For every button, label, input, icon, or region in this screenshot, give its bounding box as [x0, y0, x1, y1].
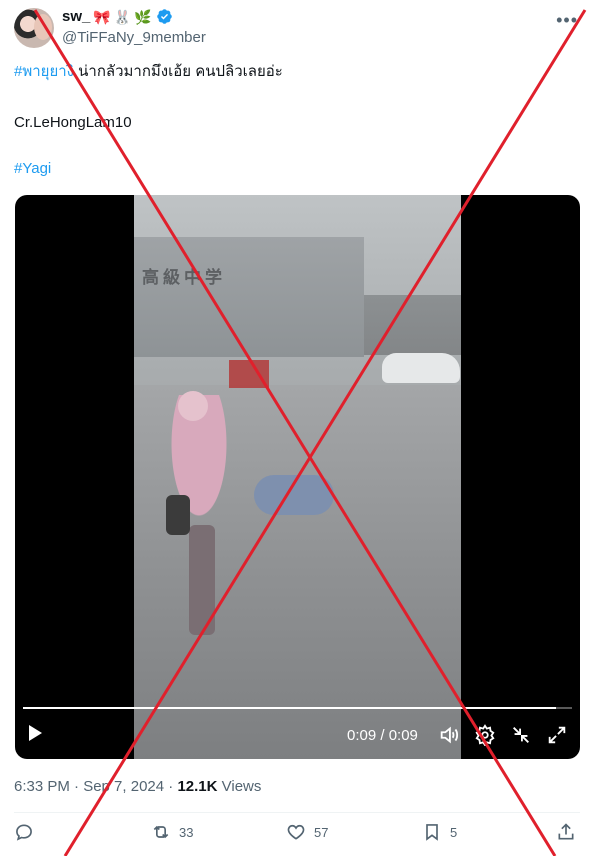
settings-icon[interactable] [474, 724, 496, 746]
views-label: Views [217, 778, 262, 795]
play-icon[interactable] [29, 725, 42, 741]
fullscreen-icon[interactable] [546, 724, 568, 746]
share-button[interactable] [556, 822, 576, 842]
like-count: 57 [314, 824, 329, 840]
tweet-body-text: น่ากลัวมากมึงเอ้ย คนปลิวเลยอ่ะ [78, 63, 283, 80]
hashtag-link[interactable]: #Yagi [14, 160, 51, 177]
action-bar: 33 57 5 [14, 822, 580, 850]
timestamp[interactable]: 6:33 PM · Sep 7, 2024 · [14, 778, 177, 795]
verified-badge-icon [156, 9, 172, 24]
retweet-icon [153, 825, 169, 839]
minimize-icon[interactable] [510, 724, 532, 746]
heart-icon [287, 824, 305, 840]
red-object [229, 360, 269, 388]
bookmark-count: 5 [450, 824, 458, 840]
user-handle[interactable]: @TiFFaNy_9member [62, 29, 206, 46]
volume-icon[interactable] [438, 724, 460, 746]
hashtag-link[interactable]: #พายุยางิ [14, 63, 74, 80]
background-car [382, 353, 460, 383]
ribbon-icon: 🎀 [93, 8, 111, 25]
reply-icon [16, 824, 32, 841]
video-controls: 0:09 / 0:09 [15, 711, 580, 759]
name-row: sw_ 🎀 🐰 🌿 [62, 8, 173, 25]
video-player[interactable]: 高級中学 0:09 / 0:09 [15, 195, 580, 759]
share-icon [558, 823, 574, 840]
background-building: 高級中学 [134, 237, 364, 357]
building-sign: 高級中学 [142, 268, 226, 287]
reply-button[interactable] [14, 822, 42, 842]
video-progress-fill [23, 707, 556, 709]
person-legs [189, 525, 215, 635]
retweet-button[interactable]: 33 [151, 822, 193, 842]
more-options-icon[interactable]: ••• [556, 10, 578, 31]
person-head [178, 391, 208, 421]
divider [14, 812, 580, 813]
video-frame[interactable]: 高級中学 [134, 195, 461, 759]
person-bag [166, 495, 190, 535]
tweet-meta: 6:33 PM · Sep 7, 2024 · 12.1K Views [14, 778, 261, 795]
retweet-count: 33 [179, 824, 194, 840]
fallen-person [254, 475, 334, 515]
video-time: 0:09 / 0:09 [347, 727, 418, 744]
bookmark-button[interactable]: 5 [422, 822, 457, 842]
bookmark-icon [426, 824, 438, 841]
video-progress-bar[interactable] [23, 707, 572, 709]
like-button[interactable]: 57 [286, 822, 328, 842]
views-count: 12.1K [177, 778, 218, 795]
tweet-header: sw_ 🎀 🐰 🌿 @TiFFaNy_9member ••• [14, 6, 580, 50]
display-name[interactable]: sw_ [62, 8, 90, 25]
tweet-line-1: #พายุยางิ น่ากลัวมากมึงเอ้ย คนปลิวเลยอ่ะ [14, 62, 283, 82]
credit-text: Cr.LeHongLam10 [14, 114, 132, 131]
avatar[interactable] [14, 8, 54, 48]
bunny-icon: 🐰 [113, 8, 132, 25]
leaf-icon: 🌿 [134, 8, 152, 25]
